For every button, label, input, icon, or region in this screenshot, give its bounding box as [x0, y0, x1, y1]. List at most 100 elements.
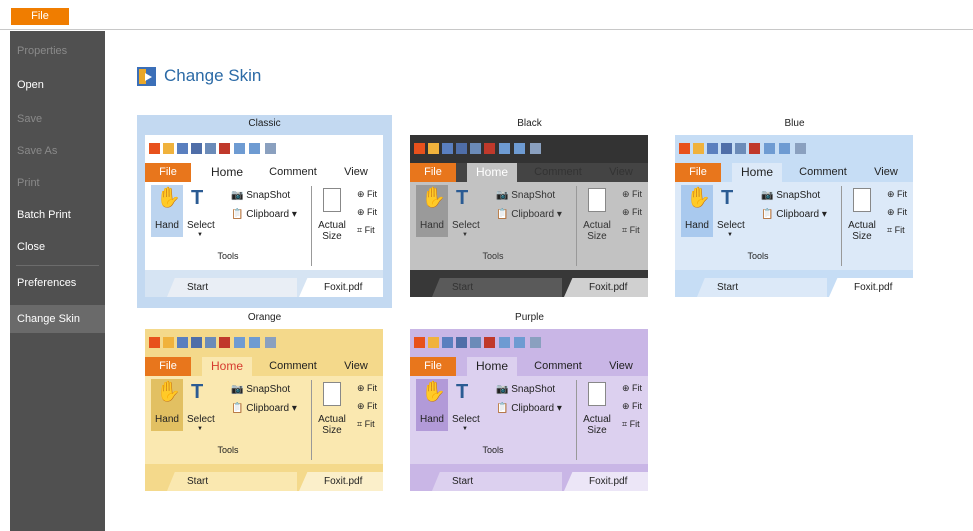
quick-access-icon	[693, 143, 704, 154]
actual-size-label: Actual Size	[318, 220, 346, 242]
quick-access-icon	[530, 143, 541, 154]
fit-item: ⊕ Fit	[622, 383, 643, 393]
select-label: Select	[717, 220, 745, 231]
clipboard-item: 📋 Clipboard ▾	[496, 403, 562, 414]
fit-item: ⊕ Fit	[357, 189, 378, 199]
quick-access-icon	[530, 337, 541, 348]
quick-access-icon	[795, 143, 806, 154]
sidebar-item-print[interactable]: Print	[10, 169, 105, 197]
actual-size-icon	[853, 188, 871, 212]
select-icon: T	[721, 187, 734, 209]
skin-option-purple[interactable]: Purple File Home Comment View ✋ Hand T S…	[402, 309, 657, 502]
select-icon: T	[456, 381, 469, 403]
skin-preview: File Home Comment View ✋ Hand T Select ▼…	[145, 135, 383, 297]
document-tab-bar: Start Foxit.pdf	[145, 270, 383, 297]
chevron-down-icon: ▼	[727, 232, 733, 238]
quick-access-toolbar	[145, 135, 383, 163]
quick-access-toolbar	[410, 329, 648, 357]
start-tab-preview: Start	[432, 472, 562, 491]
home-tab-preview: Home	[202, 163, 252, 182]
quick-access-icon	[219, 337, 230, 348]
page-title-text: Change Skin	[164, 66, 262, 85]
skin-name: Purple	[515, 312, 544, 323]
actual-size-label: Actual Size	[583, 414, 611, 436]
actual-size-label: Actual Size	[583, 220, 611, 242]
document-tab-bar: Start Foxit.pdf	[410, 464, 648, 491]
start-tab-preview: Start	[697, 278, 827, 297]
ribbon-tabs: File Home Comment View	[410, 163, 648, 182]
change-skin-icon	[137, 66, 156, 86]
actual-size-label: Actual Size	[318, 414, 346, 436]
sidebar-item-change-skin[interactable]: Change Skin	[10, 305, 105, 333]
quick-access-icon	[265, 337, 276, 348]
comment-tab-preview: Comment	[269, 166, 317, 178]
page-title: Change Skin	[137, 64, 261, 88]
skin-option-classic[interactable]: Classic File Home Comment View ✋ Hand T …	[137, 115, 392, 308]
quick-access-icon	[428, 337, 439, 348]
doc-tab-preview: Foxit.pdf	[299, 472, 383, 491]
quick-access-icon	[442, 337, 453, 348]
document-tab-bar: Start Foxit.pdf	[675, 270, 913, 297]
clipboard-item: 📋 Clipboard ▾	[231, 209, 297, 220]
fit-item: ⌗ Fit	[622, 225, 640, 235]
sidebar-item-batch-print[interactable]: Batch Print	[10, 201, 105, 229]
file-tab-preview: File	[410, 357, 456, 376]
ribbon-divider	[311, 186, 312, 266]
fit-item: ⌗ Fit	[887, 225, 905, 235]
hand-icon: ✋	[686, 187, 711, 209]
view-tab-preview: View	[609, 166, 633, 178]
select-label: Select	[187, 220, 215, 231]
sidebar-item-save-as[interactable]: Save As	[10, 137, 105, 165]
chevron-down-icon: ▼	[462, 232, 468, 238]
actual-size-icon	[323, 188, 341, 212]
file-tab[interactable]: File	[11, 8, 69, 25]
skin-name: Classic	[248, 118, 281, 129]
home-tab-preview: Home	[467, 357, 517, 376]
quick-access-icon	[149, 337, 160, 348]
ribbon-divider	[576, 186, 577, 266]
quick-access-icon	[456, 143, 467, 154]
tools-group-label: Tools	[482, 445, 504, 455]
start-tab-preview: Start	[167, 472, 297, 491]
comment-tab-preview: Comment	[269, 360, 317, 372]
hand-label: Hand	[155, 414, 179, 425]
snapshot-item: 📷 SnapShot	[496, 190, 556, 201]
sidebar-item-properties[interactable]: Properties	[10, 37, 105, 65]
quick-access-icon	[470, 337, 481, 348]
view-tab-preview: View	[344, 360, 368, 372]
hand-label: Hand	[155, 220, 179, 231]
sidebar-item-save[interactable]: Save	[10, 105, 105, 133]
fit-item: ⌗ Fit	[357, 225, 375, 235]
ribbon-divider	[841, 186, 842, 266]
quick-access-icon	[177, 337, 188, 348]
sidebar-item-open[interactable]: Open	[10, 71, 105, 99]
skin-option-orange[interactable]: Orange File Home Comment View ✋ Hand T S…	[137, 309, 392, 502]
chevron-down-icon: ▼	[197, 426, 203, 432]
tools-group-label: Tools	[747, 251, 769, 261]
sidebar-item-preferences[interactable]: Preferences	[10, 269, 105, 297]
hand-label: Hand	[685, 220, 709, 231]
hand-label: Hand	[420, 220, 444, 231]
quick-access-icon	[191, 143, 202, 154]
select-icon: T	[191, 187, 204, 209]
select-label: Select	[452, 414, 480, 425]
quick-access-icon	[679, 143, 690, 154]
hand-icon: ✋	[421, 381, 446, 403]
quick-access-icon	[149, 143, 160, 154]
ribbon-tabs: File Home Comment View	[410, 357, 648, 376]
view-tab-preview: View	[609, 360, 633, 372]
skin-option-blue[interactable]: Blue File Home Comment View ✋ Hand T Sel…	[667, 115, 922, 308]
select-label: Select	[452, 220, 480, 231]
skin-option-black[interactable]: Black File Home Comment View ✋ Hand T Se…	[402, 115, 657, 308]
comment-tab-preview: Comment	[534, 166, 582, 178]
doc-tab-preview: Foxit.pdf	[564, 472, 648, 491]
fit-item: ⊕ Fit	[357, 207, 378, 217]
quick-access-toolbar	[145, 329, 383, 357]
quick-access-icon	[163, 143, 174, 154]
hand-label: Hand	[420, 414, 444, 425]
sidebar-item-close[interactable]: Close	[10, 233, 105, 261]
quick-access-icon	[514, 143, 525, 154]
hand-icon: ✋	[156, 187, 181, 209]
ribbon-tabs: File Home Comment View	[145, 163, 383, 182]
fit-item: ⊕ Fit	[622, 189, 643, 199]
